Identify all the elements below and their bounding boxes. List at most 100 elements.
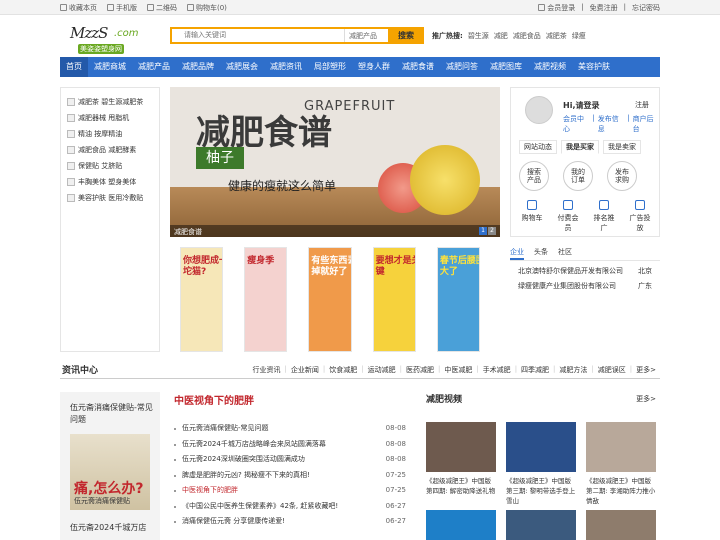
search-product-button[interactable]: 搜索 产品: [519, 161, 549, 191]
search-button[interactable]: 搜索: [388, 27, 424, 44]
hot-item[interactable]: 减肥食品: [513, 31, 541, 41]
sidebar-item[interactable]: 美容护肤 医用冷敷贴: [67, 190, 159, 206]
cart-action[interactable]: 购物车: [519, 200, 545, 233]
nav-home[interactable]: 首页: [60, 57, 88, 77]
sidebar-item[interactable]: 减肥器械 甩脂机: [67, 110, 159, 126]
video-item[interactable]: 《超级减肥王》中国版第三期: 黎明带选手登上雪山: [506, 422, 576, 506]
ad-card[interactable]: 要想才是关键: [372, 247, 416, 352]
search-input[interactable]: [172, 29, 342, 42]
video-item[interactable]: 《超级减肥王》中国版第二期: 李湘助阵力推小情敌: [586, 422, 656, 506]
mobile-link[interactable]: 手机版: [107, 3, 137, 13]
publish-link[interactable]: 发布信息: [598, 114, 624, 134]
news-category[interactable]: 行业资讯: [253, 365, 281, 375]
sidebar-item[interactable]: 减肥茶 碧生源减肥茶: [67, 94, 159, 110]
news-category[interactable]: 中医减肥: [444, 365, 472, 375]
sidebar-item[interactable]: 丰胸美体 塑身美体: [67, 174, 159, 190]
video-caption: 《超级减肥王》中国版第三期: 黎明带选手登上雪山: [506, 477, 576, 505]
video-item[interactable]: 《超级减肥王》中国版第四期: 解密助降送礼物: [426, 422, 496, 506]
news-category[interactable]: 手术减肥: [483, 365, 511, 375]
hero-banner[interactable]: 减肥食谱 GRAPEFRUIT 柚子 健康的瘦就这么简单 减肥食谱 1 2: [170, 87, 500, 237]
company-row[interactable]: 绿瘦健康产业集团股份有限公司 广东: [510, 276, 660, 291]
register-button[interactable]: 注册: [635, 100, 649, 110]
video-thumb[interactable]: [506, 510, 576, 540]
post-request-button[interactable]: 发布 求购: [607, 161, 637, 191]
news-category[interactable]: 减肥方法: [559, 365, 587, 375]
list-item[interactable]: 脾虚是肥胖的元凶? 揭秘瘦不下来的真相! 07-25: [170, 468, 406, 484]
news-category[interactable]: 运动减肥: [368, 365, 396, 375]
news-category[interactable]: 医药减肥: [406, 365, 434, 375]
site-logo[interactable]: MzzS .com 美姿姿塑身网: [64, 24, 150, 56]
sidebar-item[interactable]: 保健贴 艾脐贴: [67, 158, 159, 174]
register-link[interactable]: 免费注册: [590, 3, 618, 13]
banner-page-dot[interactable]: 1: [479, 227, 487, 235]
bookmark-link[interactable]: 收藏本页: [60, 3, 97, 13]
tab-headline[interactable]: 头条: [534, 247, 548, 260]
list-item[interactable]: 消痛保健伍元斋 分享健康传递爱! 06-27: [170, 514, 406, 530]
featured-news[interactable]: 伍元斋消痛保健贴-常见问题 痛,怎么办? 伍元斋消痛保健贴 伍元斋2024千城万…: [60, 392, 160, 540]
ad-card[interactable]: 瘦身季: [244, 247, 288, 352]
nav-item[interactable]: 减肥资讯: [264, 57, 308, 77]
action-label: 广告投放: [629, 214, 651, 232]
sidebar-item[interactable]: 精油 按摩精油: [67, 126, 159, 142]
banner-page-dot[interactable]: 2: [488, 227, 496, 235]
sidebar-item[interactable]: 减肥食品 减肥酵素: [67, 142, 159, 158]
news-category[interactable]: 饮食减肥: [329, 365, 357, 375]
tab-company[interactable]: 企业: [510, 247, 524, 260]
search-category-select[interactable]: 减肥产品: [344, 29, 390, 42]
hot-item[interactable]: 碧生源: [468, 31, 489, 41]
my-orders-button[interactable]: 我的 订单: [563, 161, 593, 191]
video-thumb[interactable]: [426, 510, 496, 540]
category-icon: [67, 114, 75, 122]
tab-community[interactable]: 社区: [558, 247, 572, 260]
list-item[interactable]: 《中国公民中医养生保健素养》42条, 赶紧收藏吧! 06-27: [170, 499, 406, 515]
hot-item[interactable]: 减肥: [494, 31, 508, 41]
nav-item[interactable]: 减肥产品: [132, 57, 176, 77]
nav-item[interactable]: 减肥品牌: [176, 57, 220, 77]
nav-item[interactable]: 减肥展会: [220, 57, 264, 77]
video-title: 减肥视频: [426, 395, 463, 405]
news-category[interactable]: 减肥误区: [598, 365, 626, 375]
hot-item[interactable]: 减肥茶: [546, 31, 567, 41]
cart-link[interactable]: 购物车(0): [187, 3, 227, 13]
news-more-link[interactable]: 更多>: [636, 365, 656, 375]
list-item[interactable]: 伍元斋2024千城万店战略峰会来凤站圆满落幕 08-08: [170, 437, 406, 453]
video-thumb[interactable]: [586, 510, 656, 540]
ad-card[interactable]: 你想肥成一坨猫?: [180, 247, 224, 352]
tab-buyer[interactable]: 我是买家: [561, 140, 599, 154]
nav-item[interactable]: 塑身人群: [352, 57, 396, 77]
login-greeting[interactable]: Hi,请登录: [563, 100, 599, 111]
news-category[interactable]: 四季减肥: [521, 365, 549, 375]
ad-card[interactable]: 有些东西丢掉就好了: [308, 247, 352, 352]
news-category[interactable]: 企业新闻: [291, 365, 319, 375]
nav-item[interactable]: 美容护肤: [572, 57, 616, 77]
list-item[interactable]: 伍元斋2024深圳破圈突围活动圆满成功 08-08: [170, 452, 406, 468]
login-link[interactable]: 会员登录: [538, 3, 575, 13]
vip-action[interactable]: 付费会员: [555, 200, 581, 233]
nav-item[interactable]: 局部塑形: [308, 57, 352, 77]
company-region: 北京: [638, 267, 652, 275]
nav-item[interactable]: 减肥问答: [440, 57, 484, 77]
ad-card[interactable]: 春节后腰围大了: [436, 247, 481, 352]
list-item[interactable]: 伍元斋消痛保健贴-常见问题 08-08: [170, 421, 406, 437]
member-center-link[interactable]: 会员中心: [563, 114, 589, 134]
logo-com: .com: [114, 28, 139, 39]
tab-site-news[interactable]: 网站动态: [519, 140, 557, 154]
company-row[interactable]: 北京澳特舒尔保健品开发有限公司 北京: [510, 261, 660, 276]
hot-item[interactable]: 绿瘦: [572, 31, 586, 41]
video-more-link[interactable]: 更多>: [636, 394, 656, 404]
forgot-password-link[interactable]: 忘记密码: [632, 3, 660, 13]
nav-item[interactable]: 减肥食谱: [396, 57, 440, 77]
list-item[interactable]: 中医视角下的肥胖 07-25: [170, 483, 406, 499]
qrcode-link[interactable]: 二维码: [147, 3, 177, 13]
cart-icon: [527, 200, 537, 210]
ads-action[interactable]: 广告投放: [627, 200, 653, 233]
user-panel: Hi,请登录 注册 会员中心 | 发布信息 | 商户后台 网站动态 我是买家 我是卖…: [510, 87, 660, 237]
tab-seller[interactable]: 我是卖家: [603, 140, 641, 154]
video-panel: 减肥视频 更多> 《超级减肥王》中国版第四期: 解密助降送礼物 《超级减肥王》中…: [426, 392, 660, 540]
nav-item[interactable]: 减肥视频: [528, 57, 572, 77]
nav-item[interactable]: 减肥商城: [88, 57, 132, 77]
merchant-link[interactable]: 商户后台: [633, 114, 659, 134]
ranking-action[interactable]: 排名推广: [591, 200, 617, 233]
headline[interactable]: 中医视角下的肥胖: [174, 392, 406, 407]
nav-item[interactable]: 减肥图库: [484, 57, 528, 77]
